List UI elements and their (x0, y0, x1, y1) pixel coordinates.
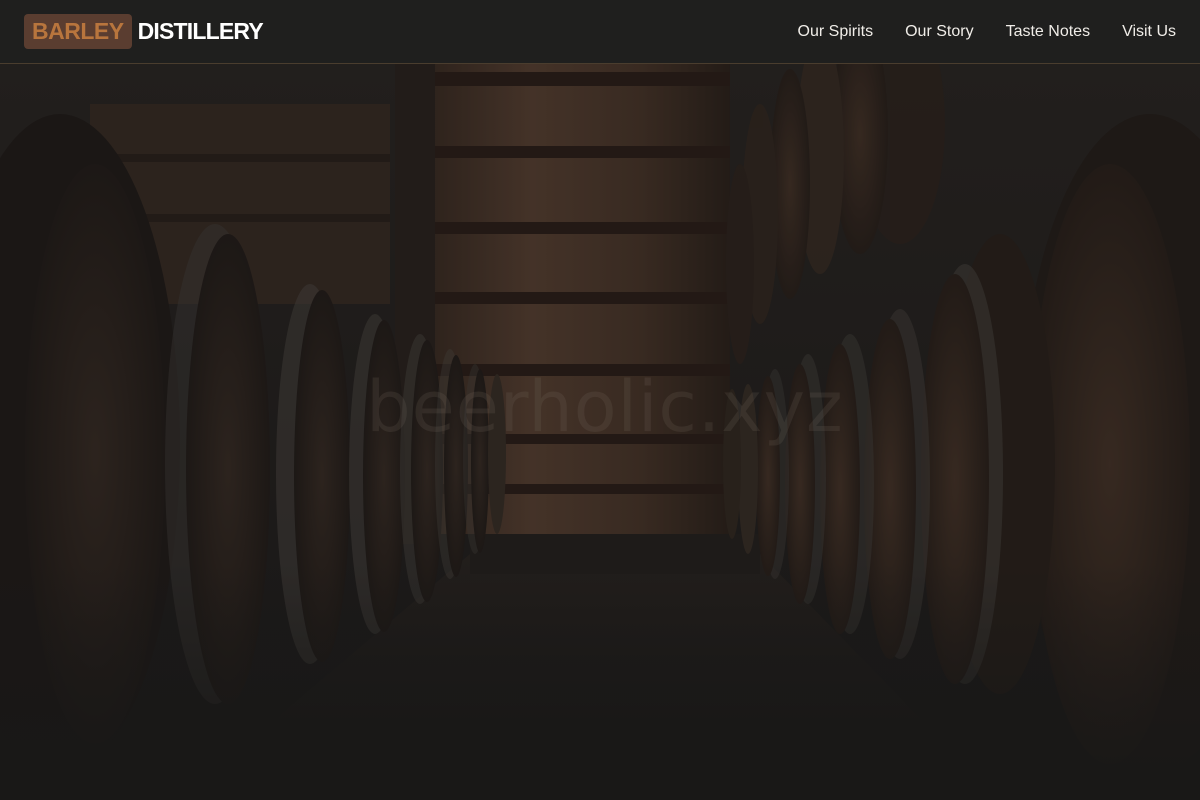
brand-highlight: BARLEY (24, 14, 132, 49)
navbar: BARLEY DISTILLERY Our Spirits Our Story … (0, 0, 1200, 64)
brand-name: DISTILLERY (137, 18, 264, 44)
nav-link-our-spirits[interactable]: Our Spirits (798, 23, 874, 41)
nav-link-visit-us[interactable]: Visit Us (1122, 23, 1176, 41)
page: BARLEY DISTILLERY Our Spirits Our Story … (0, 0, 1200, 800)
hero-section: beerholic.xyz (0, 64, 1200, 800)
watermark-text: beerholic.xyz (366, 366, 844, 448)
nav-link-our-story[interactable]: Our Story (905, 23, 973, 41)
nav-link-taste-notes[interactable]: Taste Notes (1006, 23, 1090, 41)
brand-logo[interactable]: BARLEY DISTILLERY (24, 14, 264, 49)
main-nav: Our Spirits Our Story Taste Notes Visit … (766, 0, 1176, 64)
